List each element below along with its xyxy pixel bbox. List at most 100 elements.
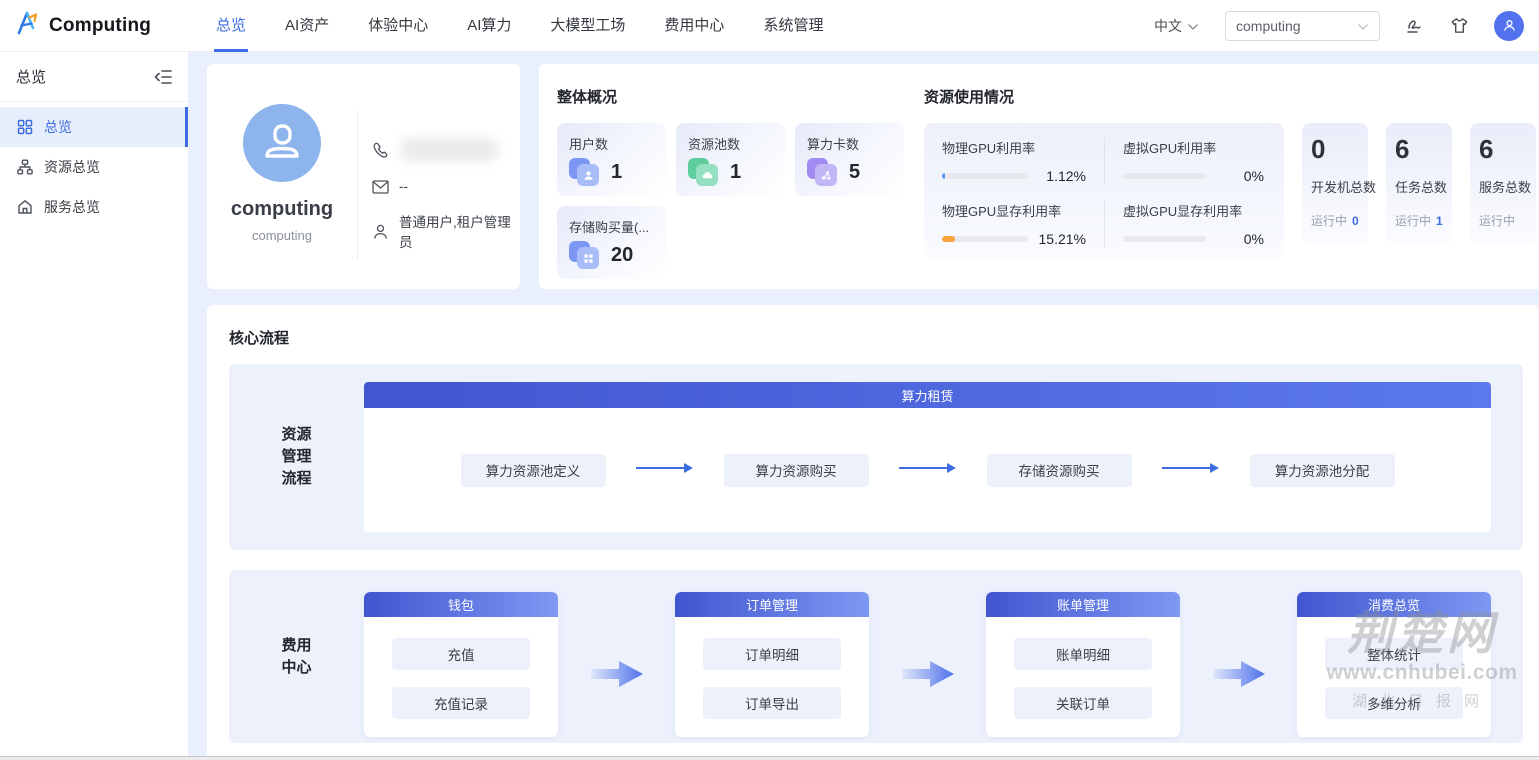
sidebar-item-resource-overview[interactable]: 资源总览 xyxy=(0,147,188,187)
meter-label: 物理GPU利用率 xyxy=(942,138,1086,157)
block-arrow-icon xyxy=(1213,659,1265,689)
user-role-row: 普通用户,租户管理员 xyxy=(372,211,520,251)
meter-physical-gpu: 物理GPU利用率 1.12% xyxy=(942,138,1104,184)
sidebar-title: 总览 xyxy=(16,66,46,87)
overview-section-title: 整体概况 xyxy=(557,86,904,107)
progress-bar xyxy=(1123,173,1206,179)
sidebar-item-overview[interactable]: 总览 xyxy=(0,107,188,147)
theme-shirt-icon[interactable] xyxy=(1449,15,1470,36)
sidebar-collapse-icon[interactable] xyxy=(154,69,172,85)
flow-step-pool-define[interactable]: 算力资源池定义 xyxy=(461,454,606,487)
stat-sub-label: 运行中 xyxy=(1395,214,1431,228)
user-avatar-button[interactable] xyxy=(1494,11,1524,41)
cost-column-title: 消费总览 xyxy=(1297,592,1491,617)
nav-item-experience-center[interactable]: 体验中心 xyxy=(368,0,428,52)
meter-virtual-gpu-mem: 虚拟GPU显存利用率 0% xyxy=(1104,201,1266,247)
meter-label: 虚拟GPU显存利用率 xyxy=(1123,201,1264,220)
stat-card-tasks: 6 任务总数 运行中1 xyxy=(1386,123,1452,245)
mail-icon xyxy=(372,180,389,194)
user-avatar-large xyxy=(243,104,321,182)
nav-item-cost-center[interactable]: 费用中心 xyxy=(664,0,724,52)
stat-value: 6 xyxy=(1479,134,1536,165)
core-process-title: 核心流程 xyxy=(229,327,1523,348)
app-root: Computing 总览 AI资产 体验中心 AI算力 大模型工场 费用中心 系… xyxy=(0,0,1539,760)
cost-item-linked-orders[interactable]: 关联订单 xyxy=(1014,687,1152,719)
nav-item-ai-computing[interactable]: AI算力 xyxy=(467,0,511,52)
cost-column-consumption: 消费总览 整体统计 多维分析 xyxy=(1297,592,1491,737)
overview-cards: 用户数 1 xyxy=(557,123,904,279)
chevron-down-icon xyxy=(1187,18,1199,34)
meter-value: 1.12% xyxy=(1038,168,1086,184)
stat-card-label: 算力卡数 xyxy=(807,134,892,153)
block-arrow-icon xyxy=(902,659,954,689)
flow-label-line: 资源 xyxy=(281,424,311,446)
user-identity: computing computing xyxy=(207,64,357,289)
molecule-icon xyxy=(807,158,838,187)
stat-card-label: 资源池数 xyxy=(688,134,773,153)
nav-item-ai-assets[interactable]: AI资产 xyxy=(285,0,329,52)
block-arrow-icon xyxy=(591,659,643,689)
flow-label-line: 费用 xyxy=(281,635,311,657)
tenant-select[interactable]: computing xyxy=(1225,11,1380,41)
meter-value: 0% xyxy=(1216,168,1264,184)
cost-item-bill-details[interactable]: 账单明细 xyxy=(1014,638,1152,670)
core-process-panel: 核心流程 资源 管理 流程 算力租赁 算力资源池定义 xyxy=(207,305,1539,760)
cost-column-orders: 订单管理 订单明细 订单导出 xyxy=(675,592,869,737)
flow-step-pool-allocate[interactable]: 算力资源池分配 xyxy=(1250,454,1395,487)
person-icon xyxy=(1501,17,1518,34)
users-icon xyxy=(569,158,600,187)
flow-step-resource-purchase[interactable]: 算力资源购买 xyxy=(724,454,869,487)
user-profile-card: computing computing xyxy=(207,64,520,289)
stat-card-value: 20 xyxy=(611,244,633,267)
stat-card-label: 存储购买量(... xyxy=(569,217,654,236)
cost-item-overall-stats[interactable]: 整体统计 xyxy=(1325,638,1463,670)
cost-item-recharge[interactable]: 充值 xyxy=(392,638,530,670)
main-content: computing computing xyxy=(188,52,1539,760)
cost-column-title: 账单管理 xyxy=(986,592,1180,617)
language-switcher[interactable]: 中文 xyxy=(1154,16,1199,36)
signature-icon[interactable] xyxy=(1404,15,1425,36)
nav-item-model-factory[interactable]: 大模型工场 xyxy=(550,0,625,52)
chevron-down-icon xyxy=(1357,18,1369,34)
language-label: 中文 xyxy=(1154,16,1182,36)
person-icon xyxy=(372,223,389,240)
stat-label: 开发机总数 xyxy=(1311,177,1368,196)
brand-name: Computing xyxy=(49,15,151,37)
stat-value: 0 xyxy=(1311,134,1368,165)
meter-label: 物理GPU显存利用率 xyxy=(942,201,1086,220)
sidebar-item-service-overview[interactable]: 服务总览 xyxy=(0,187,188,227)
cost-item-multidim-analysis[interactable]: 多维分析 xyxy=(1325,687,1463,719)
top-header: Computing 总览 AI资产 体验中心 AI算力 大模型工场 费用中心 系… xyxy=(0,0,1539,52)
resource-flow-label: 资源 管理 流程 xyxy=(229,364,364,550)
brand-logo[interactable]: Computing xyxy=(14,10,206,41)
stat-card-dev-machines: 0 开发机总数 运行中0 xyxy=(1302,123,1368,245)
stat-card-value: 1 xyxy=(730,161,741,184)
user-email-value: -- xyxy=(399,179,408,194)
flow-step-storage-purchase[interactable]: 存储资源购买 xyxy=(987,454,1132,487)
grid-icon xyxy=(17,119,33,135)
arrow-right-icon xyxy=(897,461,959,480)
nav-item-system-admin[interactable]: 系统管理 xyxy=(763,0,823,52)
stat-card-gpu-cards: 算力卡数 5 xyxy=(795,123,904,196)
stat-sub-value: 1 xyxy=(1436,214,1443,228)
sidebar: 总览 总览 xyxy=(0,52,188,760)
person-icon xyxy=(259,120,305,166)
sitemap-icon xyxy=(17,159,33,175)
resource-flow-card: 资源 管理 流程 算力租赁 算力资源池定义 算力资源购买 xyxy=(229,364,1523,550)
cost-item-order-export[interactable]: 订单导出 xyxy=(703,687,841,719)
horizontal-scrollbar[interactable] xyxy=(0,756,1539,760)
user-phone-row xyxy=(372,138,520,162)
overview-usage-panel: 整体概况 用户数 1 xyxy=(539,64,1539,289)
cost-item-recharge-records[interactable]: 充值记录 xyxy=(392,687,530,719)
stat-sub-label: 运行中 xyxy=(1311,214,1347,228)
stat-card-value: 5 xyxy=(849,161,860,184)
resource-usage-section: 资源使用情况 物理GPU利用率 1.12% 虚拟GPU利 xyxy=(924,78,1536,289)
cost-item-order-details[interactable]: 订单明细 xyxy=(703,638,841,670)
stat-sub-label: 运行中 xyxy=(1479,214,1515,228)
stat-value: 6 xyxy=(1395,134,1452,165)
user-role-value: 普通用户,租户管理员 xyxy=(399,211,520,251)
cost-column-wallet: 钱包 充值 充值记录 xyxy=(364,592,558,737)
flow-label-line: 管理 xyxy=(281,446,311,468)
nav-item-overview[interactable]: 总览 xyxy=(216,0,246,52)
storage-grid-icon xyxy=(569,241,600,270)
